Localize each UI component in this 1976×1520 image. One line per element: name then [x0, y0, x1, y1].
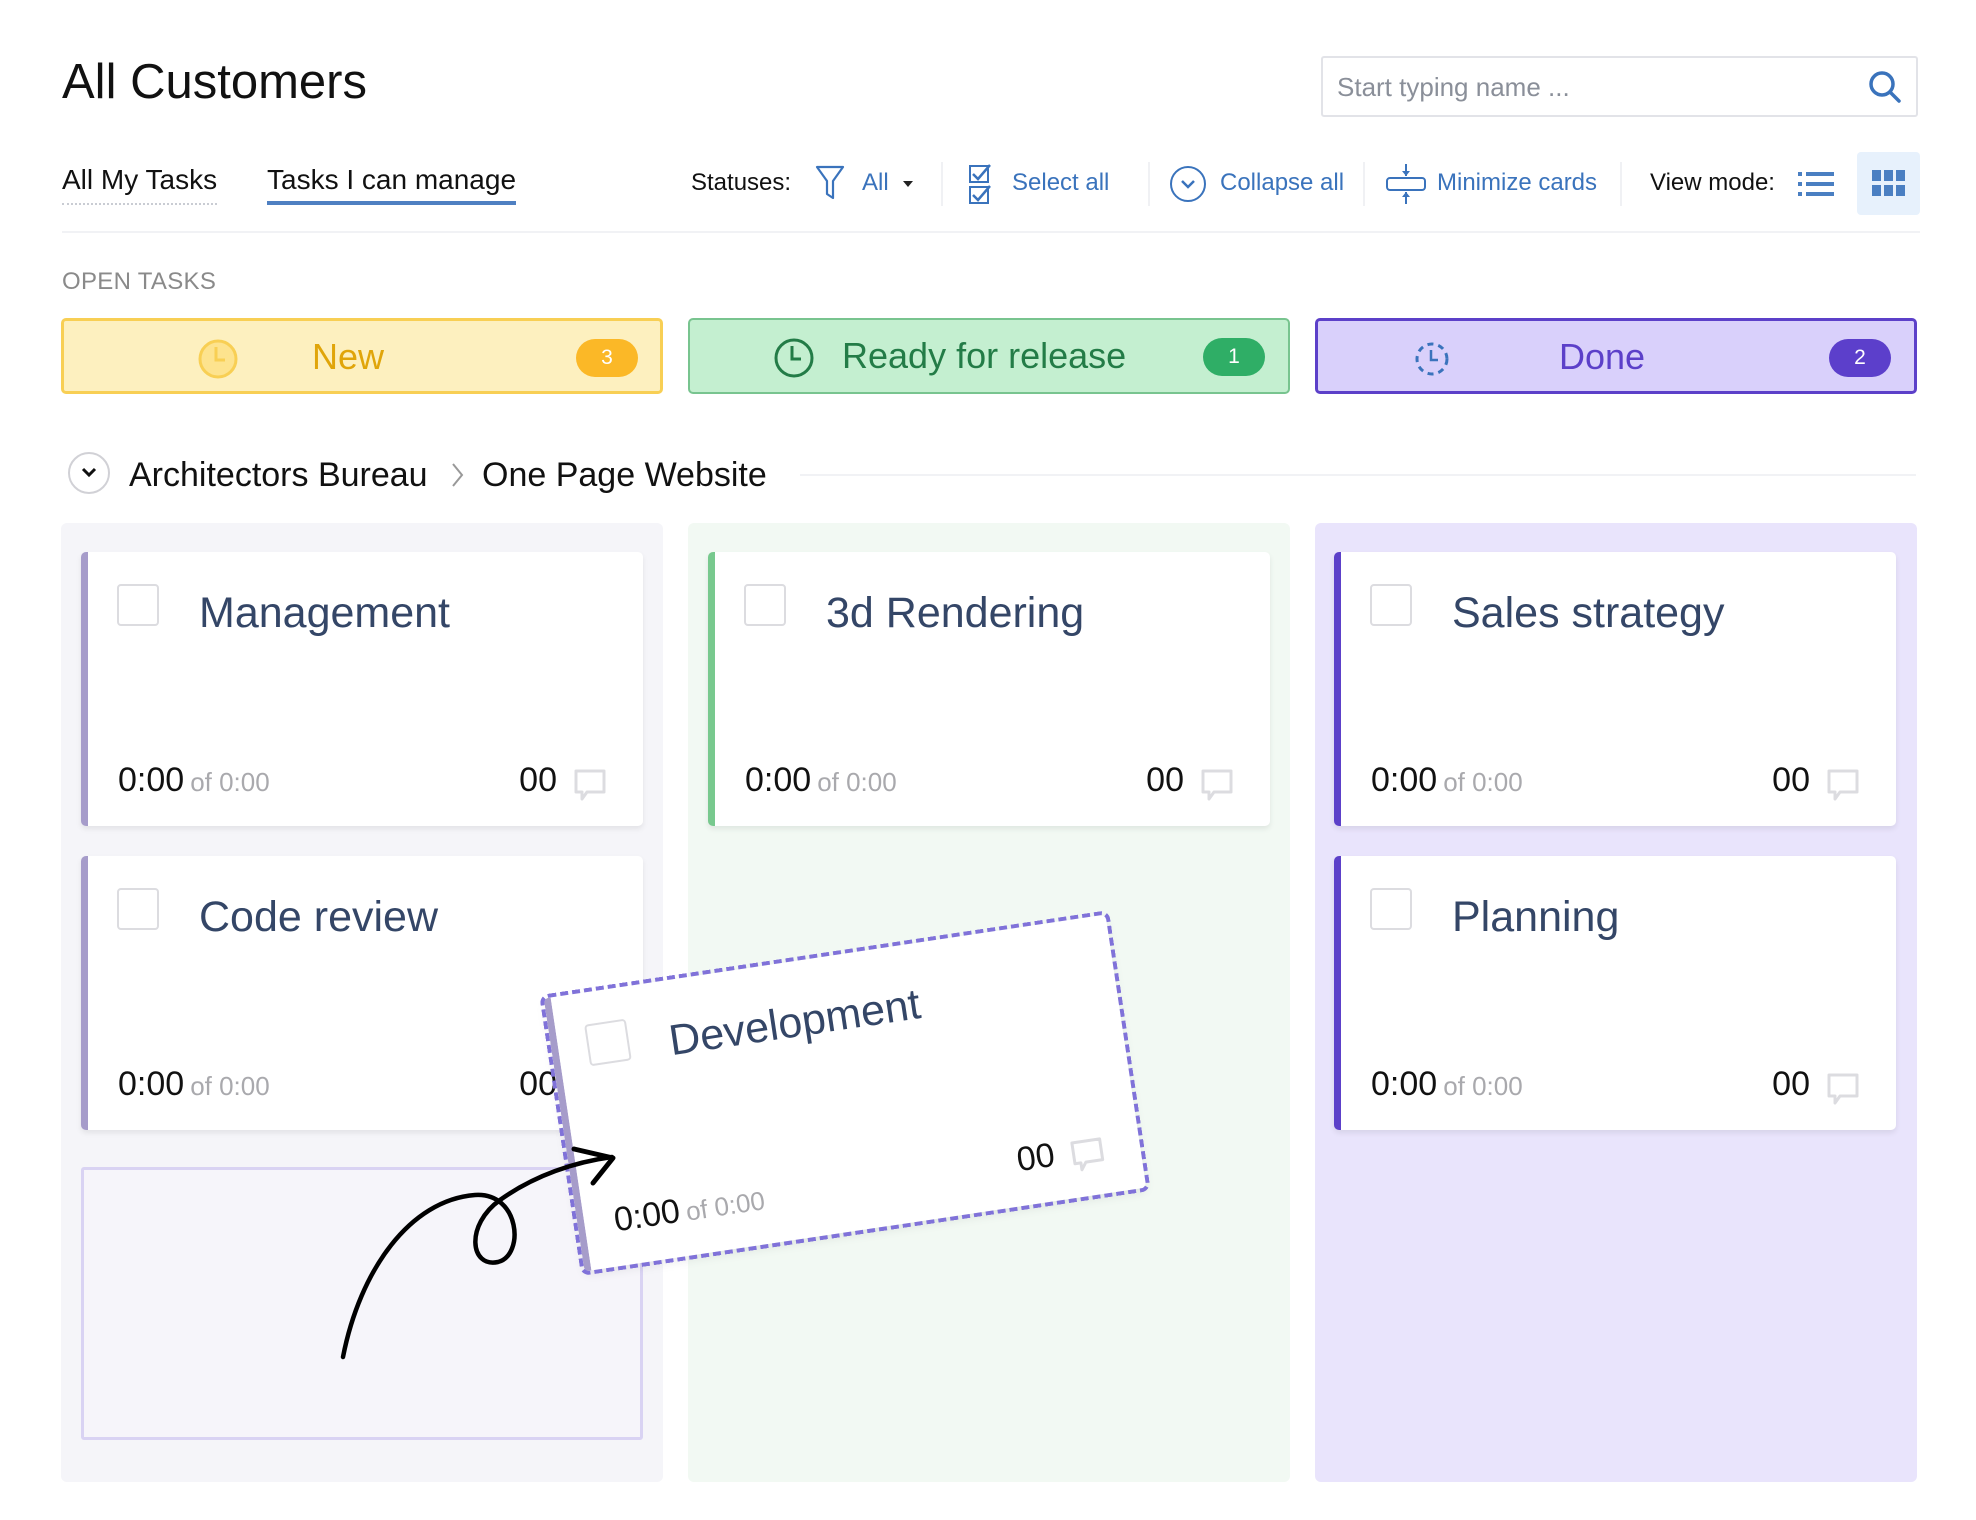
header-divider — [62, 231, 1920, 233]
comment-icon[interactable] — [1200, 768, 1234, 802]
status-name: New — [312, 336, 385, 377]
time-estimate: of 0:00 — [190, 1071, 270, 1101]
search-icon[interactable] — [1868, 70, 1902, 104]
search-input[interactable] — [1335, 58, 1859, 117]
comment-count: 00 — [1146, 761, 1184, 799]
comment-count: 00 — [1772, 761, 1810, 799]
minimize-cards-icon[interactable] — [1385, 162, 1427, 206]
task-checkbox[interactable] — [1370, 888, 1412, 930]
comment-count: 00 — [1014, 1135, 1058, 1180]
time-spent: 0:00 — [118, 761, 185, 799]
breadcrumb-project[interactable]: One Page Website — [482, 455, 767, 495]
status-count-badge: 2 — [1829, 339, 1891, 377]
task-time: 0:00of 0:00 — [745, 761, 897, 800]
toolbar-separator — [1148, 162, 1150, 206]
task-checkbox[interactable] — [117, 888, 159, 930]
search-box[interactable] — [1321, 56, 1918, 117]
task-card[interactable]: 3d Rendering 0:00 of 0:00 00 — [708, 552, 1270, 826]
grid-view-button[interactable] — [1857, 152, 1920, 215]
minimize-cards-button[interactable]: Minimize cards — [1437, 169, 1597, 197]
task-checkbox[interactable] — [744, 584, 786, 626]
select-all-button[interactable]: Select all — [1012, 169, 1109, 197]
breadcrumb-divider — [800, 474, 1916, 476]
comment-icon[interactable] — [1826, 1072, 1860, 1106]
status-bar-ready-for-release[interactable]: Ready for release 1 — [688, 318, 1290, 394]
task-title: Management — [199, 589, 450, 637]
section-label: OPEN TASKS — [62, 268, 217, 295]
task-time: 0:00of 0:00 — [1371, 761, 1523, 800]
comment-icon[interactable] — [1826, 768, 1860, 802]
collapse-all-icon[interactable] — [1169, 165, 1207, 203]
tab-all-my-tasks[interactable]: All My Tasks — [62, 163, 218, 205]
task-time: 0:00of 0:00 — [118, 761, 270, 800]
time-estimate: of 0:00 — [817, 767, 897, 797]
comment-icon[interactable] — [1068, 1135, 1107, 1174]
time-estimate: of 0:00 — [683, 1185, 767, 1227]
dashed-clock-icon — [1415, 342, 1449, 376]
grid-view-icon — [1872, 170, 1905, 196]
time-spent: 0:00 — [611, 1191, 683, 1240]
breadcrumb-client[interactable]: Architectors Bureau — [129, 455, 428, 495]
select-all-icon[interactable] — [968, 162, 994, 206]
time-estimate: of 0:00 — [190, 767, 270, 797]
status-bar-new[interactable]: New 3 — [61, 318, 663, 394]
comment-count: 00 — [519, 761, 557, 799]
caret-down-icon[interactable] — [902, 180, 914, 188]
status-bar-done[interactable]: Done 2 — [1315, 318, 1917, 394]
comment-icon[interactable] — [573, 768, 607, 802]
time-estimate: of 0:00 — [1443, 767, 1523, 797]
toolbar-separator — [941, 162, 943, 206]
statuses-label: Statuses: — [691, 169, 792, 196]
task-checkbox[interactable] — [584, 1018, 632, 1067]
task-title: Planning — [1452, 893, 1620, 941]
drop-placeholder — [81, 1167, 643, 1440]
task-title: Sales strategy — [1452, 589, 1725, 637]
view-mode-label: View mode: — [1650, 169, 1775, 196]
status-name: Done — [1559, 336, 1646, 377]
task-time: 0:00of 0:00 — [118, 1065, 270, 1104]
comment-count: 00 — [519, 1065, 557, 1103]
time-spent: 0:00 — [745, 761, 812, 799]
collapse-group-button[interactable] — [68, 452, 110, 494]
task-card[interactable]: Management 0:00 of 0:00 00 — [81, 552, 643, 826]
task-checkbox[interactable] — [117, 584, 159, 626]
task-card[interactable]: Sales strategy 0:00 of 0:00 00 — [1334, 552, 1896, 826]
tab-tasks-i-can-manage[interactable]: Tasks I can manage — [267, 163, 517, 205]
task-title: 3d Rendering — [826, 589, 1085, 637]
chevron-right-icon — [452, 463, 464, 487]
toolbar-separator — [1620, 162, 1622, 206]
task-time: 0:00of 0:00 — [1371, 1065, 1523, 1104]
time-spent: 0:00 — [118, 1065, 185, 1103]
clock-icon — [774, 338, 814, 378]
clock-icon — [198, 339, 238, 379]
status-name: Ready for release — [842, 335, 1127, 376]
collapse-all-button[interactable]: Collapse all — [1220, 169, 1344, 197]
list-view-icon[interactable] — [1798, 170, 1834, 198]
status-count-badge: 3 — [576, 339, 638, 377]
task-checkbox[interactable] — [1370, 584, 1412, 626]
statuses-dropdown[interactable]: All — [862, 169, 889, 197]
chevron-down-icon — [81, 467, 97, 478]
task-time: 0:00of 0:00 — [612, 1179, 768, 1240]
task-title: Code review — [199, 893, 438, 941]
page-title: All Customers — [62, 55, 367, 109]
status-count-badge: 1 — [1203, 338, 1265, 376]
task-title: Development — [665, 980, 924, 1066]
time-spent: 0:00 — [1371, 1065, 1438, 1103]
filter-icon[interactable] — [815, 164, 845, 202]
comment-count: 00 — [1772, 1065, 1810, 1103]
time-estimate: of 0:00 — [1443, 1071, 1523, 1101]
toolbar-separator — [1363, 162, 1365, 206]
task-card[interactable]: Planning 0:00 of 0:00 00 — [1334, 856, 1896, 1130]
time-spent: 0:00 — [1371, 761, 1438, 799]
